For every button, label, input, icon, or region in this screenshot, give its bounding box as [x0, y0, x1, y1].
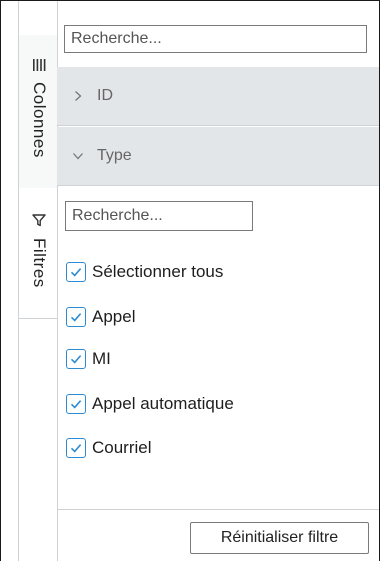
filter-search-input[interactable]: [65, 201, 253, 231]
tab-filters[interactable]: Filtres: [19, 188, 57, 319]
filter-icon: [31, 212, 47, 228]
checkbox-courriel[interactable]: Courriel: [66, 436, 152, 460]
columns-icon: [31, 57, 47, 73]
checkbox-select-all[interactable]: Sélectionner tous: [66, 260, 223, 284]
tool-panel: Colonnes Filtres ID Type: [0, 0, 380, 561]
group-header-id[interactable]: ID: [57, 67, 379, 125]
columns-panel: ID Type Sélectionner tous Appel: [57, 1, 379, 561]
chevron-down-icon: [73, 153, 83, 160]
divider: [57, 185, 379, 186]
option-label: MI: [92, 349, 111, 368]
footer-divider: [57, 509, 379, 510]
checkbox-checked-icon: [66, 262, 86, 282]
checkbox-checked-icon: [66, 349, 86, 369]
checkbox-mi[interactable]: MI: [66, 347, 111, 371]
option-label: Appel automatique: [92, 394, 234, 413]
checkbox-appel[interactable]: Appel: [66, 305, 135, 329]
option-label: Appel: [92, 307, 136, 326]
group-label-type: Type: [97, 147, 132, 164]
tab-columns[interactable]: Colonnes: [19, 35, 57, 189]
option-label: Courriel: [92, 438, 152, 457]
side-tool-rail: Colonnes Filtres: [18, 1, 58, 561]
checkbox-checked-icon: [66, 394, 86, 414]
columns-search-input[interactable]: [64, 25, 367, 53]
group-label-id: ID: [97, 87, 113, 104]
checkbox-checked-icon: [66, 438, 86, 458]
checkbox-appel-automatique[interactable]: Appel automatique: [66, 392, 234, 416]
option-label: Sélectionner tous: [92, 262, 224, 281]
tab-columns-label: Colonnes: [30, 82, 49, 158]
chevron-right-icon: [75, 91, 82, 101]
group-header-type[interactable]: Type: [57, 127, 379, 185]
divider: [57, 125, 379, 126]
rail-top-cap: [19, 1, 57, 36]
checkbox-checked-icon: [66, 307, 86, 327]
reset-filter-button[interactable]: Réinitialiser filtre: [190, 522, 369, 554]
tab-filters-label: Filtres: [30, 238, 49, 288]
